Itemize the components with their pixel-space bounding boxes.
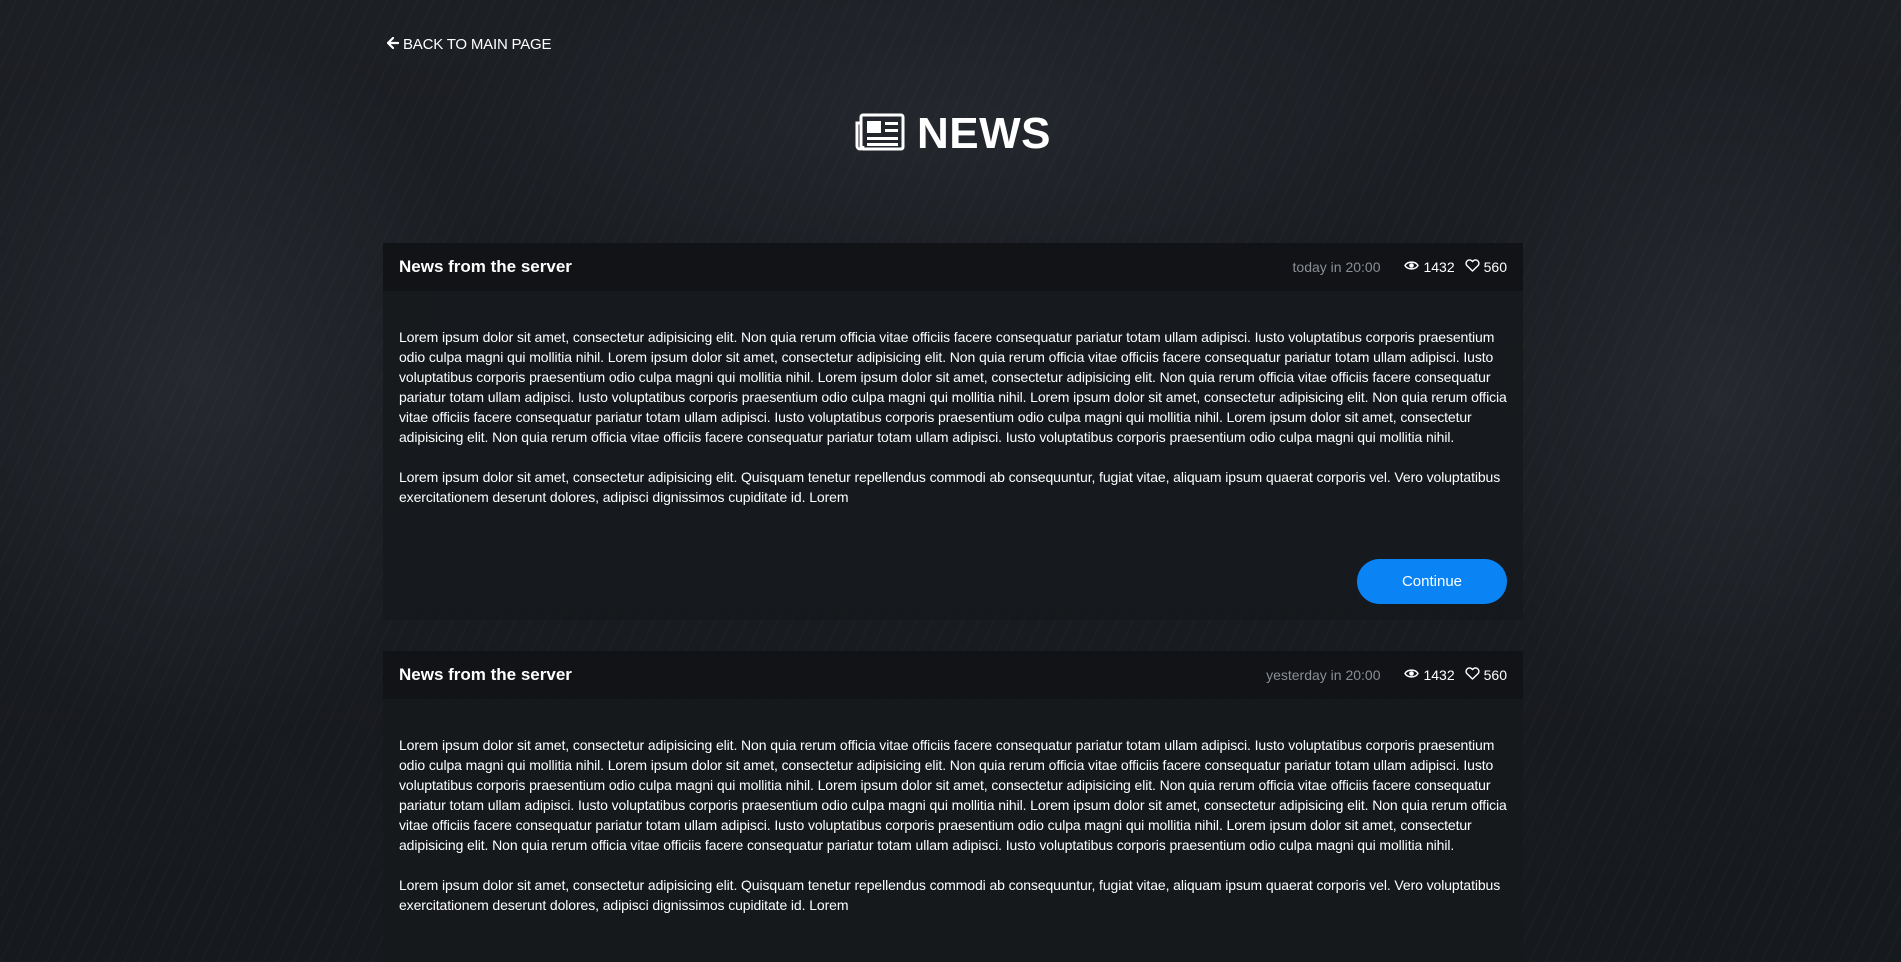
news-paragraph: Lorem ipsum dolor sit amet, consectetur … (399, 877, 1501, 913)
likes-stat[interactable]: 560 (1465, 259, 1507, 275)
news-paragraph: Lorem ipsum dolor sit amet, consectetur … (399, 329, 1507, 445)
views-count: 1432 (1423, 667, 1455, 683)
back-link-label: BACK TO MAIN PAGE (403, 36, 552, 53)
continue-button[interactable]: Continue (1357, 559, 1507, 604)
views-stat: 1432 (1404, 667, 1455, 683)
heart-icon (1465, 259, 1480, 275)
eye-icon (1404, 259, 1420, 275)
heart-icon (1465, 667, 1480, 683)
eye-icon (1404, 667, 1420, 683)
page-title: NEWS (917, 109, 1051, 158)
news-stats: 1432 560 (1404, 667, 1507, 683)
views-count: 1432 (1423, 259, 1455, 275)
likes-stat[interactable]: 560 (1465, 667, 1507, 683)
views-stat: 1432 (1404, 259, 1455, 275)
news-card: News from the server today in 20:00 1432 (383, 243, 1523, 620)
news-body: Lorem ipsum dolor sit amet, consectetur … (383, 735, 1523, 915)
back-to-main-link[interactable]: BACK TO MAIN PAGE (386, 36, 552, 53)
news-date: yesterday in 20:00 (1266, 667, 1381, 683)
news-card-header: News from the server yesterday in 20:00 … (383, 651, 1523, 699)
news-title[interactable]: News from the server (399, 257, 572, 277)
newspaper-icon (855, 113, 905, 156)
news-stats: 1432 560 (1404, 259, 1507, 275)
news-card-header: News from the server today in 20:00 1432 (383, 243, 1523, 291)
news-body: Lorem ipsum dolor sit amet, consectetur … (383, 327, 1523, 507)
news-meta: today in 20:00 1432 560 (1293, 259, 1507, 275)
likes-count: 560 (1483, 667, 1507, 683)
news-card: News from the server yesterday in 20:00 … (383, 651, 1523, 962)
likes-count: 560 (1483, 259, 1507, 275)
news-title[interactable]: News from the server (399, 665, 572, 685)
news-date: today in 20:00 (1292, 259, 1381, 275)
page-heading: NEWS (383, 112, 1523, 156)
news-meta: yesterday in 20:00 1432 560 (1266, 667, 1507, 683)
news-paragraph: Lorem ipsum dolor sit amet, consectetur … (399, 737, 1507, 853)
arrow-left-icon (386, 36, 400, 53)
news-paragraph: Lorem ipsum dolor sit amet, consectetur … (399, 469, 1501, 505)
